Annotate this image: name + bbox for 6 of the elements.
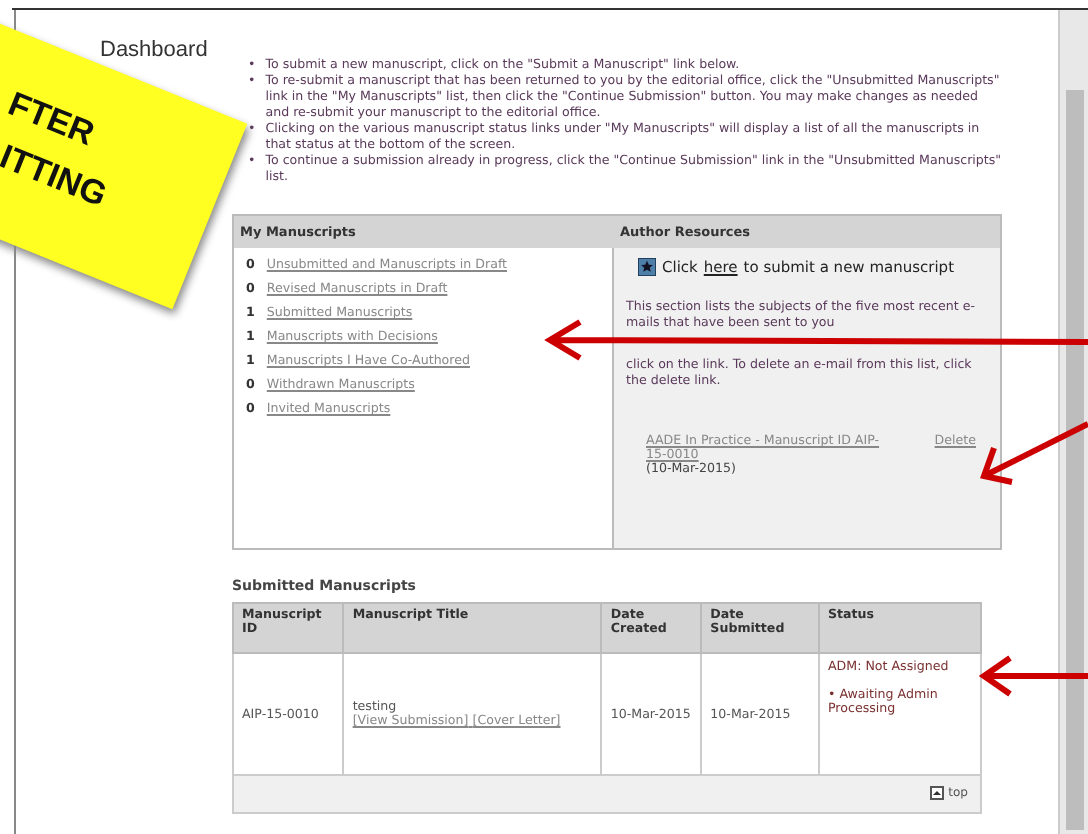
arrow-drawing [980, 421, 1088, 485]
star-icon[interactable] [638, 258, 656, 276]
up-arrow-icon [930, 785, 945, 799]
scrollbar[interactable] [1058, 10, 1088, 834]
page-heading: Dashboard [100, 38, 210, 62]
arrow-drawing [978, 655, 1088, 697]
